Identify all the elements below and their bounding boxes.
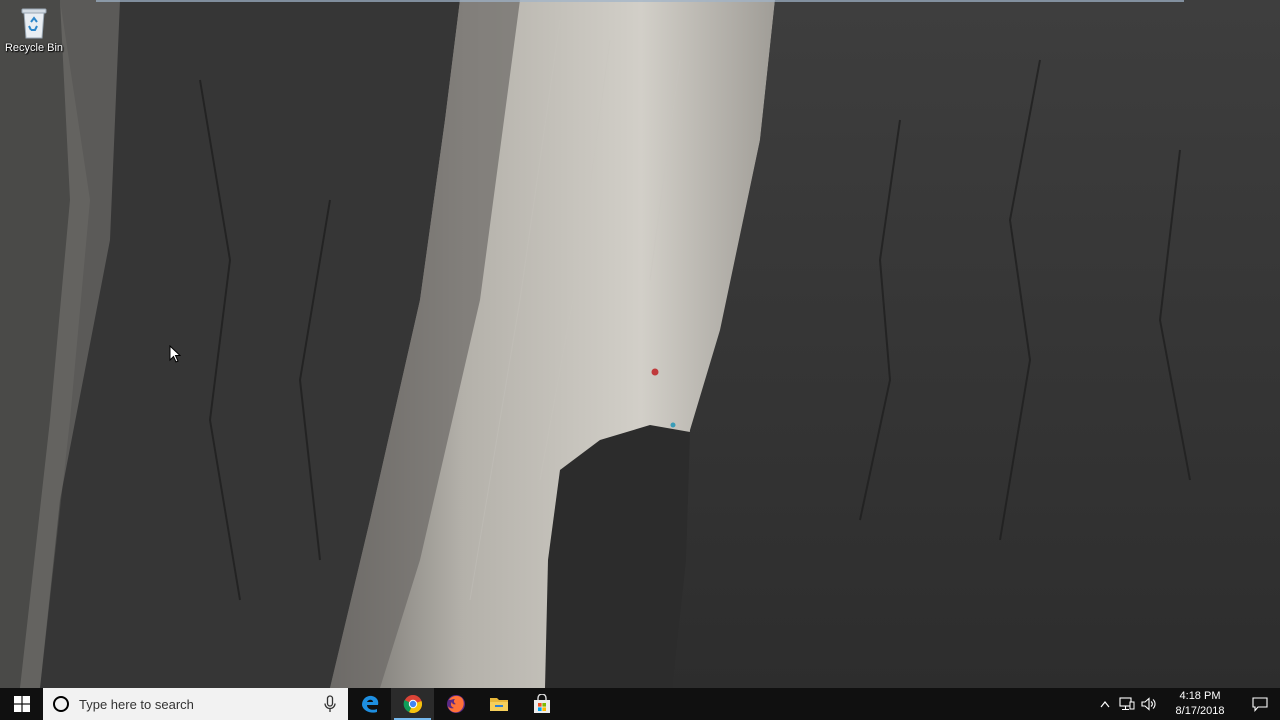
recycle-bin-icon [21, 8, 47, 39]
firefox-icon [446, 695, 465, 713]
network-button[interactable] [1116, 688, 1138, 720]
taskbar-app-chrome[interactable] [391, 688, 434, 720]
taskbar-app-store[interactable] [520, 688, 563, 720]
volume-button[interactable] [1138, 688, 1160, 720]
show-hidden-icons-button[interactable] [1094, 688, 1116, 720]
cortana-circle-icon [53, 696, 69, 712]
desktop-icon-recycle-bin[interactable]: Recycle Bin [4, 4, 64, 62]
desktop[interactable]: Recycle Bin [0, 0, 1280, 688]
wallpaper-image [0, 0, 1280, 688]
chrome-icon [403, 695, 422, 714]
window-edge-highlight [96, 0, 1184, 2]
network-icon [1119, 697, 1135, 711]
taskbar-app-file-explorer[interactable] [477, 688, 520, 720]
clock-button[interactable]: 4:18 PM 8/17/2018 [1166, 689, 1234, 719]
mouse-cursor-icon [169, 345, 181, 363]
volume-icon [1141, 697, 1156, 711]
action-center-icon [1252, 696, 1268, 712]
edge-icon [361, 695, 378, 713]
taskbar-app-edge[interactable] [348, 688, 391, 720]
desktop-icon-label: Recycle Bin [4, 42, 64, 54]
search-placeholder: Type here to search [79, 696, 194, 712]
action-center-button[interactable] [1240, 688, 1280, 720]
taskbar-app-firefox[interactable] [434, 688, 477, 720]
windows-logo-icon [13, 696, 30, 712]
start-button[interactable] [0, 688, 43, 720]
chevron-up-icon [1100, 701, 1110, 708]
folder-icon [489, 698, 508, 711]
microphone-icon[interactable] [323, 695, 337, 713]
search-box[interactable]: Type here to search [43, 688, 348, 720]
system-tray: 4:18 PM 8/17/2018 [1094, 688, 1280, 720]
clock-time: 4:18 PM [1179, 690, 1221, 702]
store-bag-icon [533, 694, 550, 713]
clock-date: 8/17/2018 [1175, 705, 1225, 717]
taskbar: Type here to search 4:18 PM 8/17/2018 [0, 688, 1280, 720]
